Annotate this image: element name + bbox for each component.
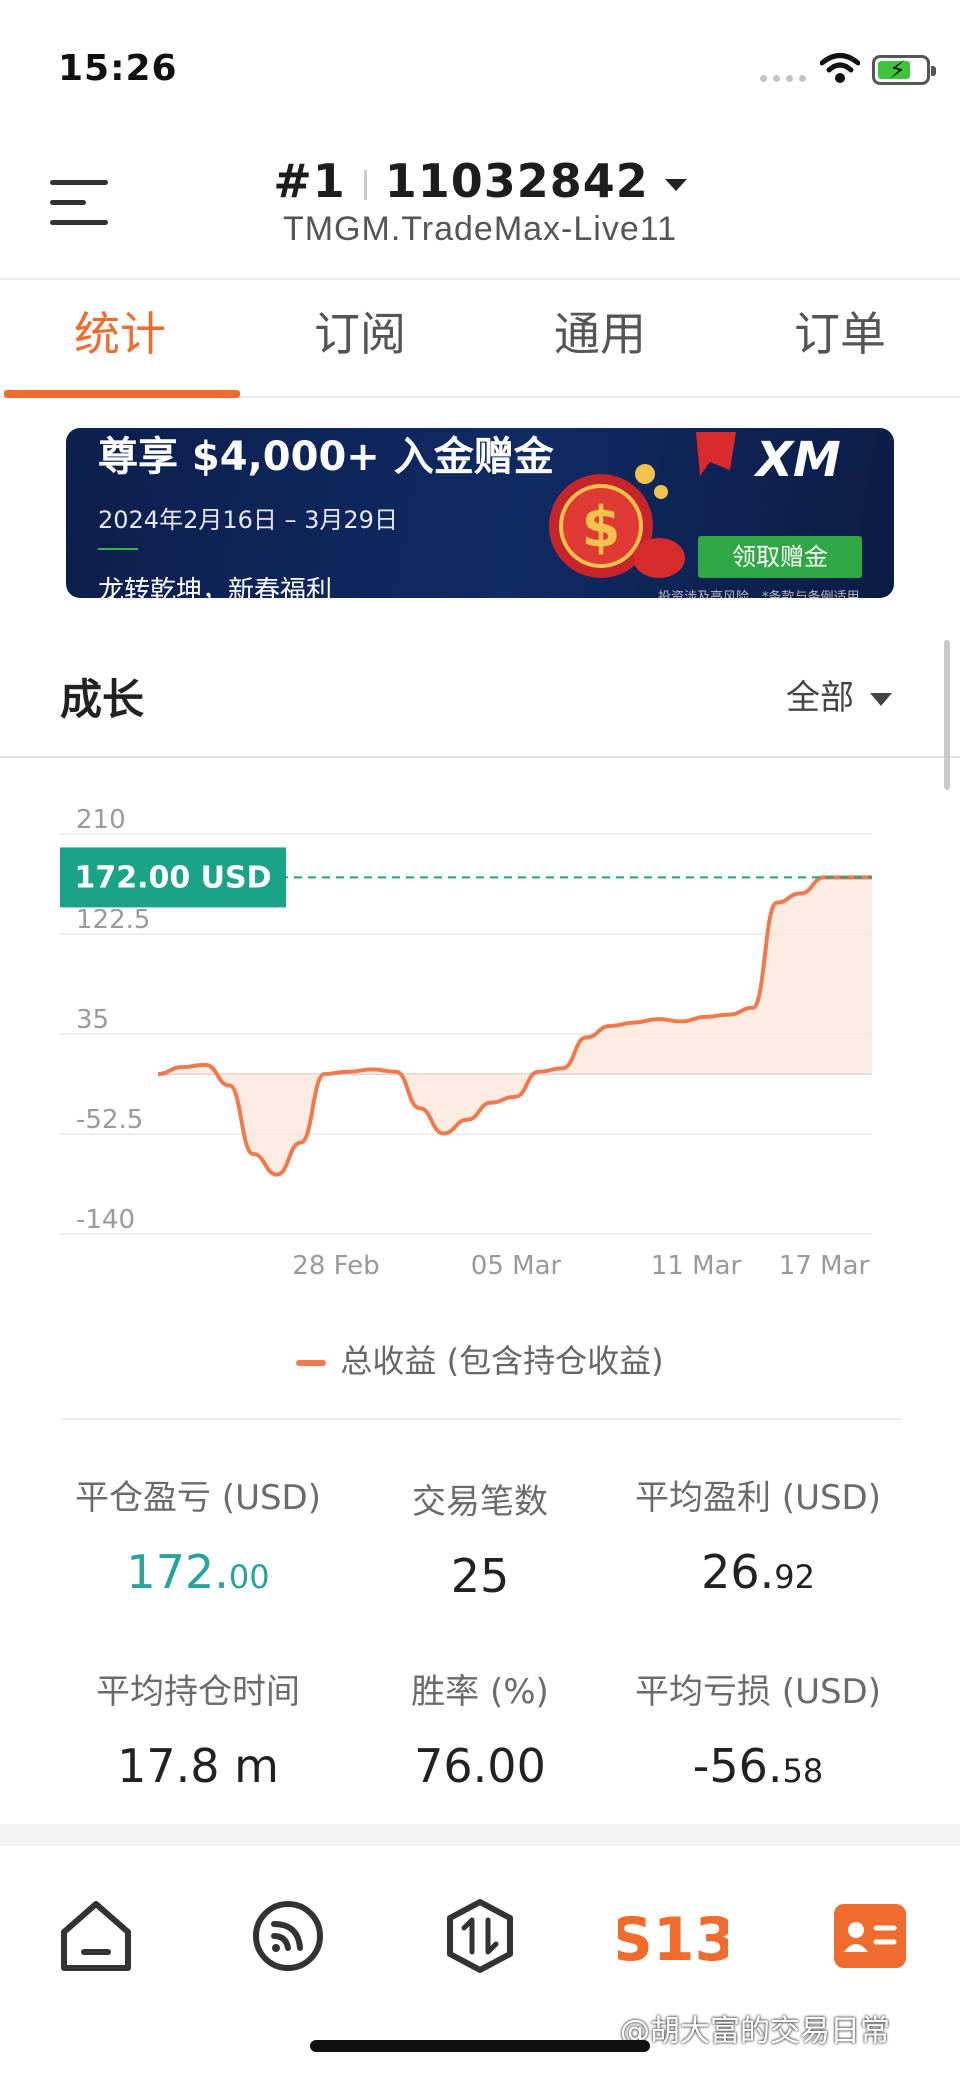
account-number: 11032842 — [384, 154, 649, 208]
x-tick-label: 28 Feb — [292, 1251, 379, 1281]
stat-value: -56.58 — [692, 1739, 824, 1793]
y-tick-label: -140 — [76, 1205, 135, 1235]
growth-section-header: 成长 全部 — [0, 628, 960, 758]
s13-logo[interactable]: S13 — [618, 1896, 728, 1976]
battery-icon: ⚡ — [872, 55, 936, 85]
series-area — [158, 877, 872, 1175]
stat-label: 平均亏损 (USD) — [635, 1672, 881, 1712]
home-icon[interactable] — [56, 1896, 136, 1976]
y-tick-label: 35 — [76, 1005, 109, 1035]
tab-general[interactable]: 通用 — [480, 282, 720, 398]
stat-label: 平均盈利 (USD) — [635, 1478, 881, 1518]
profile-icon[interactable] — [830, 1896, 910, 1976]
tab-statistics[interactable]: 统计 — [0, 282, 240, 398]
wifi-icon — [820, 53, 860, 83]
divider — [62, 1418, 902, 1420]
stat-value: 172.00 — [126, 1545, 270, 1599]
red-envelope-icon: $ — [549, 464, 685, 578]
stat-label: 胜率 (%) — [411, 1672, 549, 1712]
claim-bonus-button[interactable]: 领取赠金 — [698, 536, 862, 578]
banner-title: 尊享 $4,000+ 入金赠金 — [98, 434, 554, 480]
legend-swatch — [296, 1360, 327, 1366]
x-tick-label: 11 Mar — [651, 1251, 742, 1281]
tab-bar: 统计 订阅 通用 订单 — [0, 282, 960, 398]
growth-title: 成长 — [60, 675, 145, 724]
svg-text:XM: XM — [753, 432, 841, 484]
stat-avg-profit: 平均盈利 (USD) 26.92 — [608, 1470, 908, 1599]
x-tick-label: 05 Mar — [471, 1251, 562, 1281]
trade-icon[interactable] — [440, 1896, 520, 1976]
stat-value: 25 — [450, 1549, 510, 1603]
stat-label: 平均持仓时间 — [96, 1672, 300, 1712]
stat-label: 平仓盈亏 (USD) — [75, 1478, 321, 1518]
feed-icon[interactable] — [248, 1896, 328, 1976]
account-index: #1 — [273, 154, 346, 208]
scrollbar[interactable] — [944, 640, 950, 790]
server-name: TMGM.TradeMax-Live11 — [282, 210, 678, 248]
title-separator — [363, 169, 367, 200]
stat-trade-count: 交易笔数 25 — [330, 1474, 630, 1603]
cellular-signal-icon — [760, 75, 806, 82]
stat-value: 76.00 — [414, 1739, 546, 1793]
legend-label: 总收益 (包含持仓收益) — [340, 1342, 664, 1380]
chevron-down-icon — [870, 693, 892, 706]
stat-win-rate: 胜率 (%) 76.00 — [330, 1664, 630, 1793]
banner-divider — [98, 548, 138, 550]
tab-orders[interactable]: 订单 — [720, 282, 960, 398]
app-header: #1 11032842 TMGM.TradeMax-Live11 — [0, 140, 960, 280]
xm-logo: XM — [696, 432, 841, 484]
home-indicator[interactable] — [310, 2040, 650, 2052]
range-dropdown[interactable]: 全部 — [786, 670, 892, 719]
promo-banner[interactable]: 尊享 $4,000+ 入金赠金 2024年2月16日 – 3月29日 龙转乾坤，… — [66, 428, 894, 598]
banner-disclaimer: 投资涉及高风险。*条款与条例适用。 — [658, 590, 873, 598]
banner-slogan: 龙转乾坤，新春福利 — [98, 576, 333, 598]
stat-avg-loss: 平均亏损 (USD) -56.58 — [608, 1664, 908, 1793]
chart-legend: 总收益 (包含持仓收益) — [0, 1336, 960, 1382]
y-tick-label: 210 — [76, 805, 126, 835]
account-selector[interactable]: #1 11032842 — [0, 154, 960, 208]
range-label: 全部 — [786, 678, 854, 718]
status-time: 15:26 — [58, 48, 178, 89]
watermark: @胡大富的交易日常 — [620, 2014, 890, 2049]
chevron-down-icon — [664, 178, 687, 191]
stat-label: 交易笔数 — [412, 1482, 548, 1522]
y-tick-label: 122.5 — [76, 905, 150, 935]
status-bar: 15:26 ⚡ — [0, 0, 960, 120]
x-tick-label: 17 Mar — [779, 1251, 870, 1281]
stat-avg-hold-time: 平均持仓时间 17.8 m — [48, 1664, 348, 1793]
stat-value: 26.92 — [701, 1545, 815, 1599]
stat-value: 17.8 m — [117, 1739, 279, 1793]
growth-chart: 210 122.5 35 -52.5 -140 172.00 USD 28 Feb 05 Ma… — [60, 805, 872, 1281]
banner-date: 2024年2月16日 – 3月29日 — [98, 506, 398, 534]
tab-subscribe[interactable]: 订阅 — [240, 282, 480, 398]
current-value-label: 172.00 USD — [74, 860, 271, 895]
svg-text:S13: S13 — [618, 1905, 728, 1975]
y-tick-label: -52.5 — [76, 1105, 143, 1135]
section-gap — [0, 1824, 960, 1846]
stat-closed-pnl: 平仓盈亏 (USD) 172.00 — [48, 1470, 348, 1599]
svg-text:$: $ — [582, 495, 621, 560]
